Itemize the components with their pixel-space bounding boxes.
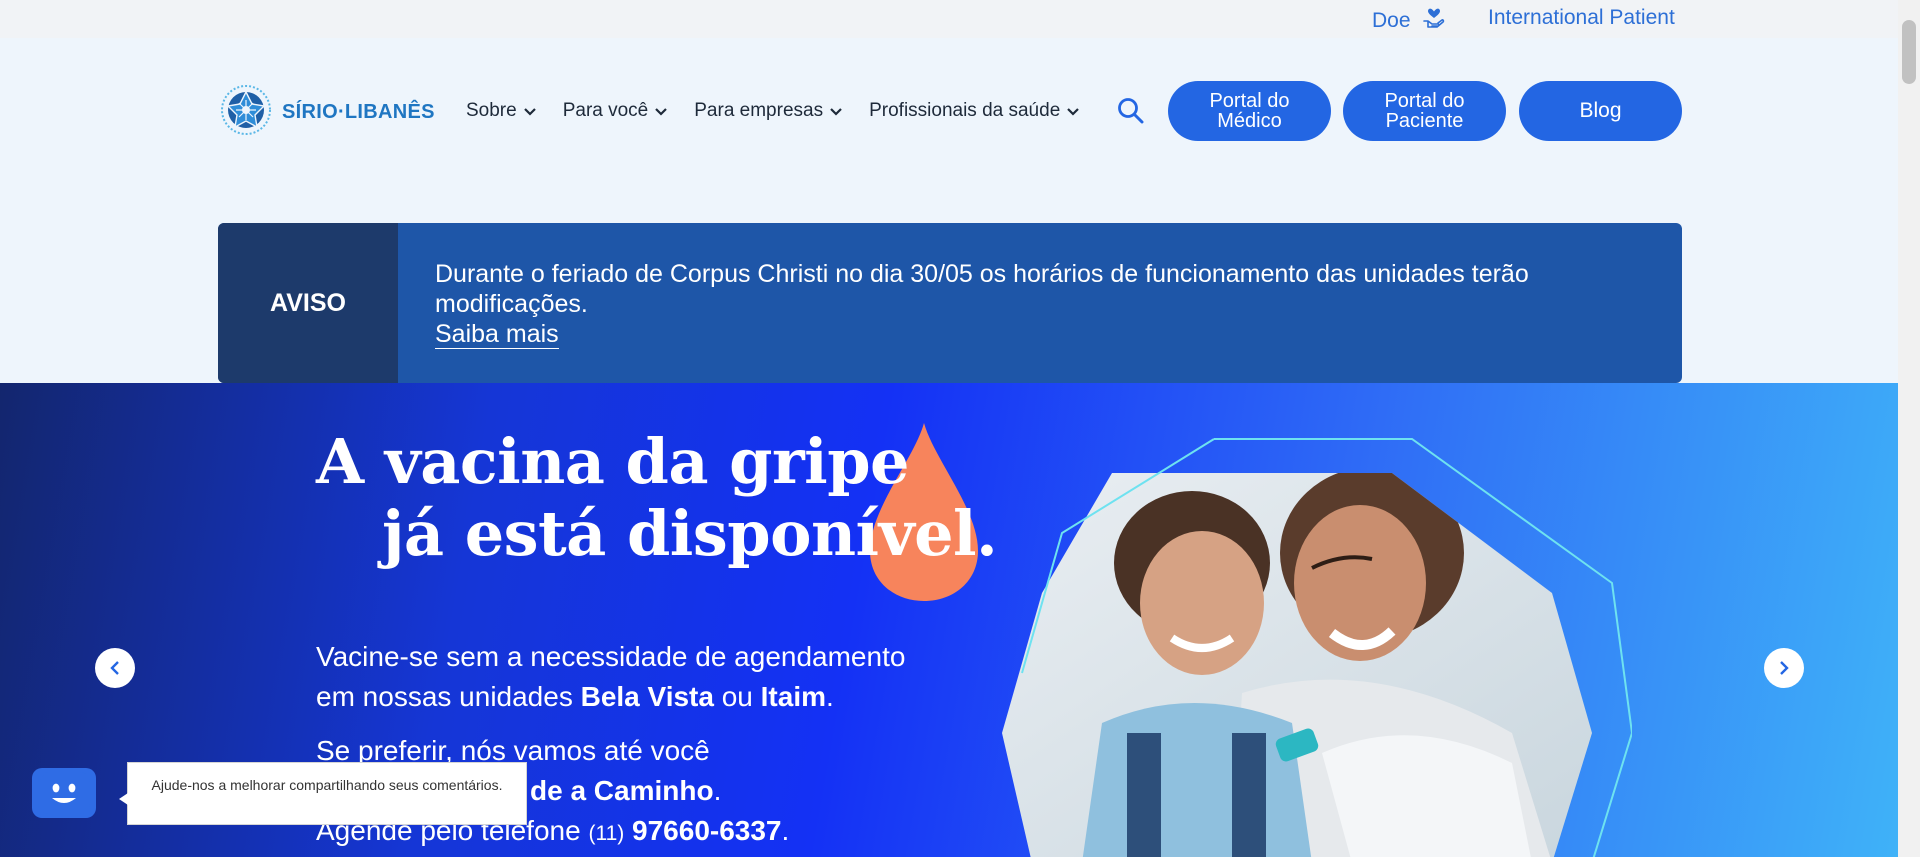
- nav-item-sobre[interactable]: Sobre: [466, 100, 537, 122]
- hero-title: A vacina da gripe já está disponível.: [316, 425, 998, 570]
- nav-item-label: Sobre: [466, 100, 517, 121]
- donate-link[interactable]: Doe: [1372, 6, 1447, 36]
- hero-photo-mother-child: [992, 433, 1634, 857]
- hero-p1-connector: ou: [713, 681, 761, 712]
- service-saude-a-caminho: de a Caminho: [530, 775, 714, 806]
- notice-body: Durante o feriado de Corpus Christi no d…: [398, 223, 1638, 383]
- nav-item-para-empresas[interactable]: Para empresas: [694, 100, 843, 122]
- notice-label: AVISO: [218, 223, 398, 383]
- notice-banner: AVISO Durante o feriado de Corpus Christ…: [218, 223, 1682, 383]
- hero-p2-end: .: [781, 815, 790, 846]
- hero-p2-dot: .: [713, 775, 722, 806]
- hero-title-line1: A vacina da gripe: [316, 425, 910, 498]
- nav-item-label: Para empresas: [694, 100, 824, 121]
- notice-text: Durante o feriado de Corpus Christi no d…: [435, 260, 1529, 318]
- feedback-chat-button[interactable]: [32, 768, 96, 818]
- chevron-right-icon: [1780, 661, 1789, 675]
- chevron-down-icon: [523, 108, 536, 116]
- chevron-down-icon: [655, 108, 668, 116]
- chevron-left-icon: [110, 661, 119, 675]
- carousel-next-button[interactable]: [1764, 648, 1804, 688]
- phone-number[interactable]: 97660-6337: [632, 815, 781, 846]
- unit-itaim: Itaim: [760, 681, 827, 712]
- chevron-down-icon: [1067, 108, 1080, 116]
- hero-paragraph-walkin: Vacine-se sem a necessidade de agendamen…: [316, 637, 905, 717]
- carousel-prev-button[interactable]: [95, 648, 135, 688]
- hero-p1-end: .: [826, 681, 834, 712]
- international-patient-link[interactable]: International Patient: [1488, 6, 1675, 30]
- blog-button[interactable]: Blog: [1519, 81, 1682, 141]
- main-nav: Sobre Para você Para empresas Profission…: [466, 100, 1106, 122]
- site-logo[interactable]: SÍRIO·LIBANÊS: [218, 84, 435, 141]
- nav-item-profissionais-da-saude[interactable]: Profissionais da saúde: [869, 100, 1080, 122]
- top-utility-bar: Doe International Patient: [0, 0, 1898, 38]
- chat-bot-face-icon: [36, 772, 90, 814]
- hero-p1-text: em nossas unidades: [316, 681, 581, 712]
- notice-saiba-mais-link[interactable]: Saiba mais: [435, 320, 559, 349]
- logo-text: SÍRIO·LIBANÊS: [282, 101, 435, 123]
- feedback-tooltip: Ajude-nos a melhorar compartilhando seus…: [119, 762, 527, 825]
- nav-item-para-voce[interactable]: Para você: [563, 100, 669, 122]
- phone-prefix: (11): [588, 822, 625, 845]
- unit-bela-vista: Bela Vista: [580, 681, 714, 712]
- hero-p1-line1: Vacine-se sem a necessidade de agendamen…: [316, 641, 906, 672]
- portal-paciente-button[interactable]: Portal do Paciente: [1343, 81, 1506, 141]
- nav-item-label: Para você: [562, 100, 649, 121]
- search-icon: [1118, 98, 1144, 124]
- donate-label: Doe: [1372, 9, 1411, 32]
- logo-emblem-icon: [218, 84, 274, 141]
- search-button[interactable]: [1116, 96, 1146, 131]
- scrollbar-thumb[interactable]: [1902, 20, 1916, 84]
- page-scrollbar[interactable]: [1898, 0, 1920, 857]
- hero-title-line2: já está disponível.: [382, 497, 998, 570]
- nav-item-label: Profissionais da saúde: [869, 100, 1061, 121]
- chevron-down-icon: [830, 108, 842, 116]
- portal-medico-button[interactable]: Portal do Médico: [1168, 81, 1331, 141]
- donate-heart-hand-icon: [1421, 6, 1447, 36]
